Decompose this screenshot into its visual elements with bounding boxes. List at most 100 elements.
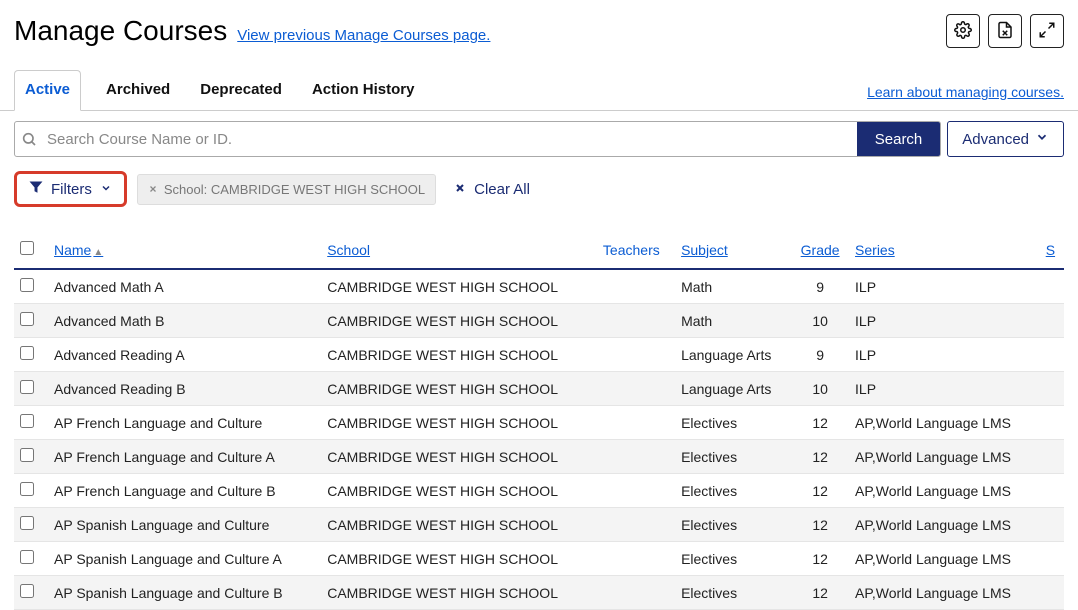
row-checkbox[interactable] [20, 414, 34, 428]
tab-archived[interactable]: Archived [101, 70, 175, 111]
cell-grade: 12 [791, 474, 849, 508]
cell-name: Advanced Reading B [48, 372, 321, 406]
row-checkbox[interactable] [20, 550, 34, 564]
cell-name: AP French Language and Culture A [48, 440, 321, 474]
cell-series: AP,World Language LMS [849, 440, 1040, 474]
filters-label: Filters [51, 181, 92, 198]
tab-deprecated[interactable]: Deprecated [195, 70, 287, 111]
col-grade[interactable]: Grade [791, 231, 849, 269]
table-row: AP French Language and Culture ACAMBRIDG… [14, 440, 1064, 474]
tab-action-history[interactable]: Action History [307, 70, 420, 111]
cell-school: CAMBRIDGE WEST HIGH SCHOOL [321, 508, 597, 542]
table-row: AP Spanish Language and CultureCAMBRIDGE… [14, 508, 1064, 542]
col-name[interactable]: Name▲ [48, 231, 321, 269]
row-checkbox-cell [14, 474, 48, 508]
cell-series: AP,World Language LMS [849, 508, 1040, 542]
cell-series: ILP [849, 372, 1040, 406]
row-checkbox[interactable] [20, 482, 34, 496]
search-input[interactable] [43, 122, 857, 156]
page-title: Manage Courses [14, 15, 227, 47]
clear-all-button[interactable]: Clear All [446, 181, 530, 198]
table-row: AP French Language and CultureCAMBRIDGE … [14, 406, 1064, 440]
cell-teachers [597, 406, 675, 440]
table-row: AP Spanish Language and Culture BCAMBRID… [14, 576, 1064, 610]
cell-teachers [597, 542, 675, 576]
previous-page-link[interactable]: View previous Manage Courses page. [237, 27, 490, 44]
search-button[interactable]: Search [857, 122, 941, 156]
table-row: Advanced Reading ACAMBRIDGE WEST HIGH SC… [14, 338, 1064, 372]
cell-teachers [597, 474, 675, 508]
tab-active[interactable]: Active [14, 70, 81, 111]
expand-button[interactable] [1030, 14, 1064, 48]
advanced-button[interactable]: Advanced [947, 121, 1064, 157]
row-checkbox[interactable] [20, 516, 34, 530]
cell-subject: Math [675, 304, 791, 338]
cell-school: CAMBRIDGE WEST HIGH SCHOOL [321, 338, 597, 372]
search-row: Search Advanced [0, 111, 1078, 157]
cell-subject: Electives [675, 406, 791, 440]
cell-s [1040, 269, 1064, 304]
sort-asc-icon: ▲ [93, 247, 103, 258]
export-button[interactable] [988, 14, 1022, 48]
cell-s [1040, 440, 1064, 474]
col-name-label: Name [54, 242, 91, 258]
learn-link[interactable]: Learn about managing courses. [867, 84, 1064, 110]
cell-subject: Electives [675, 542, 791, 576]
row-checkbox[interactable] [20, 448, 34, 462]
chevron-down-icon [100, 181, 112, 198]
cell-s [1040, 338, 1064, 372]
cell-series: ILP [849, 269, 1040, 304]
row-checkbox-cell [14, 338, 48, 372]
filter-chip-label: School: CAMBRIDGE WEST HIGH SCHOOL [164, 182, 425, 197]
row-checkbox-cell [14, 372, 48, 406]
cell-subject: Electives [675, 508, 791, 542]
cell-grade: 12 [791, 440, 849, 474]
settings-button[interactable] [946, 14, 980, 48]
filters-button[interactable]: Filters [14, 171, 127, 207]
cell-series: ILP [849, 304, 1040, 338]
cell-grade: 10 [791, 304, 849, 338]
cell-s [1040, 304, 1064, 338]
col-subject[interactable]: Subject [675, 231, 791, 269]
cell-series: ILP [849, 338, 1040, 372]
row-checkbox[interactable] [20, 584, 34, 598]
cell-teachers [597, 338, 675, 372]
gear-icon [954, 21, 972, 42]
row-checkbox-cell [14, 508, 48, 542]
cell-teachers [597, 576, 675, 610]
cell-subject: Electives [675, 576, 791, 610]
cell-s [1040, 474, 1064, 508]
table-row: Advanced Math BCAMBRIDGE WEST HIGH SCHOO… [14, 304, 1064, 338]
page-header: Manage Courses View previous Manage Cour… [0, 0, 1078, 48]
row-checkbox-cell [14, 576, 48, 610]
row-checkbox[interactable] [20, 278, 34, 292]
courses-table-wrap: Name▲ School Teachers Subject Grade Seri… [0, 207, 1078, 610]
row-checkbox-cell [14, 269, 48, 304]
row-checkbox[interactable] [20, 346, 34, 360]
cell-series: AP,World Language LMS [849, 406, 1040, 440]
remove-chip-icon[interactable] [148, 182, 158, 197]
cell-name: AP French Language and Culture [48, 406, 321, 440]
chevron-down-icon [1035, 130, 1049, 148]
col-series[interactable]: Series [849, 231, 1040, 269]
courses-table: Name▲ School Teachers Subject Grade Seri… [14, 231, 1064, 610]
cell-subject: Electives [675, 474, 791, 508]
filter-chip-school[interactable]: School: CAMBRIDGE WEST HIGH SCHOOL [137, 174, 436, 205]
col-s[interactable]: S [1040, 231, 1064, 269]
row-checkbox[interactable] [20, 312, 34, 326]
cell-name: Advanced Math B [48, 304, 321, 338]
cell-s [1040, 372, 1064, 406]
cell-grade: 12 [791, 542, 849, 576]
title-wrap: Manage Courses View previous Manage Cour… [14, 15, 490, 47]
row-checkbox-cell [14, 406, 48, 440]
cell-name: Advanced Math A [48, 269, 321, 304]
row-checkbox[interactable] [20, 380, 34, 394]
header-icon-buttons [946, 14, 1064, 48]
select-all-checkbox[interactable] [20, 241, 34, 255]
filters-row: Filters School: CAMBRIDGE WEST HIGH SCHO… [0, 157, 1078, 207]
cell-school: CAMBRIDGE WEST HIGH SCHOOL [321, 440, 597, 474]
table-header-row: Name▲ School Teachers Subject Grade Seri… [14, 231, 1064, 269]
col-school[interactable]: School [321, 231, 597, 269]
col-teachers[interactable]: Teachers [597, 231, 675, 269]
cell-school: CAMBRIDGE WEST HIGH SCHOOL [321, 542, 597, 576]
